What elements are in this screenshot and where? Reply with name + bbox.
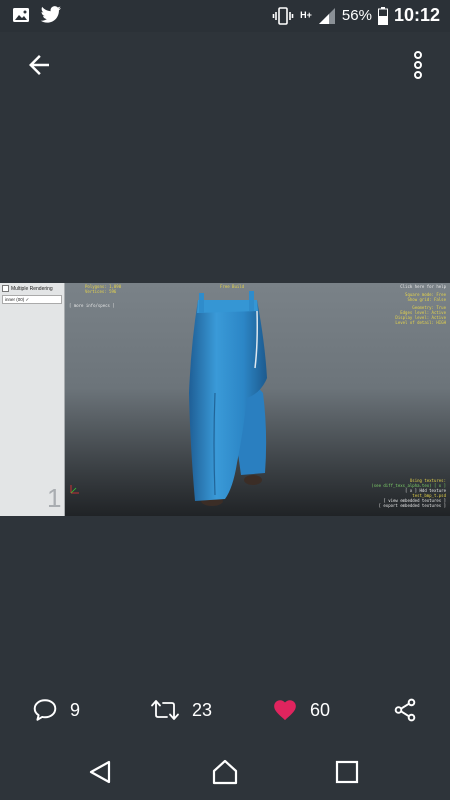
- panel-title: Multiple Rendering: [11, 285, 53, 292]
- back-button[interactable]: [24, 50, 54, 80]
- nav-back-button[interactable]: [85, 757, 115, 787]
- panel-header: Multiple Rendering: [0, 283, 64, 294]
- clock: 10:12: [393, 5, 440, 25]
- vibrate-icon: [272, 6, 294, 25]
- like-count: 60: [310, 699, 331, 720]
- more-options-button[interactable]: [410, 50, 426, 80]
- retweet-count: 23: [192, 699, 213, 720]
- panel-field: inner (00) ✓: [2, 295, 62, 304]
- system-nav-bar: [0, 745, 450, 800]
- network-type-label: H+: [300, 10, 312, 20]
- retweet-icon: [151, 700, 179, 720]
- render-side-panel: Multiple Rendering inner (00) ✓ 1: [0, 283, 65, 516]
- reply-button[interactable]: 9: [32, 688, 80, 732]
- status-bar: H+ 56% 10:12: [0, 0, 450, 32]
- image-icon: [13, 8, 29, 22]
- reply-icon: [33, 699, 57, 721]
- heart-icon: [274, 700, 296, 721]
- arrow-left-icon: [29, 55, 49, 75]
- tweet-actions: 9 23 60: [0, 688, 450, 732]
- share-button[interactable]: [392, 688, 418, 732]
- tweet-media-image[interactable]: Multiple Rendering inner (00) ✓ 1 Polygo…: [0, 283, 450, 516]
- nav-home-button[interactable]: [210, 757, 240, 787]
- reply-count: 9: [70, 699, 81, 720]
- status-left-icons: [12, 6, 62, 24]
- pants-model: [70, 291, 267, 506]
- share-icon: [394, 698, 416, 722]
- panel-number: 1: [47, 483, 62, 513]
- more-vert-icon: [414, 51, 422, 79]
- 3d-viewport: Polygons: 1,090 Vertices: 596 [ more inf…: [65, 283, 450, 516]
- panel-checkbox: [2, 285, 9, 292]
- nav-recents-icon: [335, 760, 359, 784]
- signal-icon: [318, 7, 335, 24]
- battery-percent: 56%: [341, 7, 372, 24]
- status-right: H+ 56% 10:12: [272, 5, 440, 26]
- nav-back-icon: [89, 760, 111, 784]
- top-toolbar: [0, 32, 450, 96]
- nav-home-icon: [212, 759, 238, 785]
- like-button[interactable]: 60: [272, 688, 330, 732]
- retweet-button[interactable]: 23: [150, 688, 212, 732]
- twitter-icon: [40, 6, 61, 23]
- battery-icon: [377, 6, 388, 25]
- nav-recents-button[interactable]: [332, 757, 362, 787]
